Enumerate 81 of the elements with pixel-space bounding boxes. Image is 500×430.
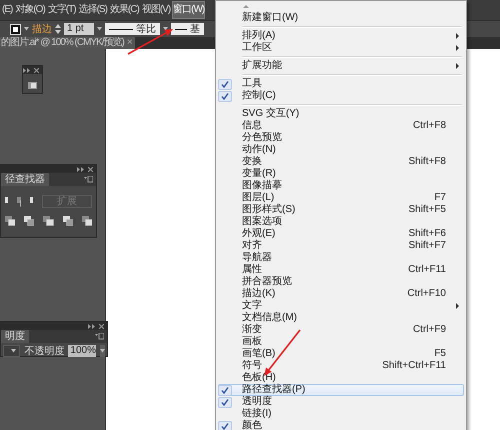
- shape-mode-icon[interactable]: [82, 216, 92, 226]
- menu-item[interactable]: 变换 Shift+F8: [218, 156, 464, 168]
- menu-item[interactable]: 颜色: [218, 420, 464, 430]
- stepper-icon[interactable]: [55, 24, 61, 34]
- menu-item[interactable]: 新建窗口(W): [218, 12, 464, 24]
- menu-item[interactable]: 拼合器预览: [218, 276, 464, 288]
- stroke-label: 描边: [32, 22, 52, 36]
- menu-item[interactable]: 变量(R): [218, 168, 464, 180]
- collapse-icon[interactable]: [23, 68, 30, 72]
- menu-item[interactable]: 工作区: [218, 42, 464, 54]
- menu-item[interactable]: 工具: [218, 78, 464, 90]
- shortcut-label: F7: [434, 192, 447, 204]
- menu-item[interactable]: 导航器: [218, 252, 464, 264]
- shortcut-label: Shift+Ctrl+F11: [382, 360, 447, 372]
- shortcut-label: Shift+F7: [408, 240, 447, 252]
- shape-mode-icon[interactable]: [24, 216, 34, 226]
- menu-item[interactable]: 图形样式(S) Shift+F5: [218, 204, 464, 216]
- close-icon[interactable]: [99, 324, 104, 328]
- menu-item[interactable]: 信息 Ctrl+F8: [218, 120, 464, 132]
- shortcut-label: Ctrl+F9: [412, 324, 447, 336]
- menu-item[interactable]: 文字: [218, 300, 464, 312]
- menu-bar-item[interactable]: (E): [1, 1, 14, 19]
- menu-item[interactable]: 图像描摹: [218, 180, 464, 192]
- menu-item[interactable]: 动作(N): [218, 144, 464, 156]
- opacity-field[interactable]: 100%: [68, 345, 96, 357]
- caret-icon[interactable]: [163, 27, 168, 31]
- menu-item[interactable]: 扩展功能: [218, 60, 464, 72]
- menu-item[interactable]: 分色预览: [218, 132, 464, 144]
- menu-item[interactable]: 画板: [218, 336, 464, 348]
- shortcut-label: Ctrl+F10: [407, 288, 447, 300]
- menu-item[interactable]: 控制(C): [218, 90, 464, 102]
- menu-bar-item[interactable]: 视图(V): [140, 1, 172, 19]
- menu-item[interactable]: 色板(H): [218, 372, 464, 384]
- menu-item[interactable]: 属性 Ctrl+F11: [218, 264, 464, 276]
- menu-bar-item[interactable]: 对象(O): [14, 1, 46, 19]
- shortcut-label: Shift+F5: [408, 204, 447, 216]
- document-tab[interactable]: 的图片.ai* @ 100% (CMYK/预览) ×: [0, 37, 135, 49]
- caret-icon[interactable]: [24, 27, 29, 31]
- shortcut-label: Shift+F8: [408, 156, 447, 168]
- caret-icon: [11, 349, 16, 353]
- menu-item[interactable]: 文档信息(M): [218, 312, 464, 324]
- panel-menu-icon[interactable]: [84, 176, 93, 183]
- close-icon[interactable]: [88, 166, 93, 172]
- menu-bar-item[interactable]: 窗口(W): [172, 1, 206, 19]
- menu-item[interactable]: 外观(E) Shift+F6: [218, 228, 464, 240]
- collapsed-panel[interactable]: [22, 65, 43, 94]
- close-icon[interactable]: [34, 68, 39, 72]
- menu-item[interactable]: 图案选项: [218, 216, 464, 228]
- menu-item[interactable]: 对齐 Shift+F7: [218, 240, 464, 252]
- menu-item[interactable]: 路径查找器(P): [218, 384, 464, 396]
- stroke-profile-dropdown[interactable]: 等比: [105, 23, 160, 35]
- menu-bar-item[interactable]: 效果(C): [108, 1, 140, 19]
- shape-mode-icon[interactable]: [17, 196, 21, 206]
- menu-item[interactable]: 链接(I): [218, 408, 464, 420]
- menu-item[interactable]: 渐变 Ctrl+F9: [218, 324, 464, 336]
- caret-icon[interactable]: [100, 349, 105, 353]
- shape-mode-icon[interactable]: [43, 216, 54, 226]
- panel-menu-icon[interactable]: [95, 333, 104, 340]
- blend-mode-dropdown[interactable]: [3, 345, 20, 357]
- brush-dropdown[interactable]: 基: [171, 23, 204, 35]
- shortcut-label: Ctrl+F8: [412, 120, 447, 132]
- menu-item[interactable]: 排列(A): [218, 30, 464, 42]
- menu-item[interactable]: 符号 Shift+Ctrl+F11: [218, 360, 464, 372]
- menu-bar-item[interactable]: 文字(T): [46, 1, 77, 19]
- stroke-swatch-icon[interactable]: [10, 24, 21, 34]
- shortcut-label: Shift+F6: [408, 228, 447, 240]
- shape-mode-icon[interactable]: [62, 216, 73, 226]
- panel-tab[interactable]: 径查找器: [1, 173, 49, 186]
- shortcut-label: F5: [434, 348, 447, 360]
- caret-icon[interactable]: [97, 27, 102, 31]
- shortcut-label: Ctrl+F11: [408, 264, 447, 276]
- menu-bar-item[interactable]: 选择(S): [78, 1, 108, 19]
- panel-tab[interactable]: 明度: [1, 330, 29, 343]
- menu-item[interactable]: 描边(K) Ctrl+F10: [218, 288, 464, 300]
- shape-mode-icon[interactable]: [5, 216, 16, 226]
- menu-item[interactable]: 图层(L) F7: [218, 192, 464, 204]
- menu-item[interactable]: 画笔(B) F5: [218, 348, 464, 360]
- stroke-weight-field[interactable]: 1 pt: [64, 23, 94, 35]
- menu-item[interactable]: 透明度: [218, 396, 464, 408]
- opacity-label: 不透明度: [24, 344, 64, 358]
- menu-item[interactable]: SVG 交互(Y): [218, 108, 464, 120]
